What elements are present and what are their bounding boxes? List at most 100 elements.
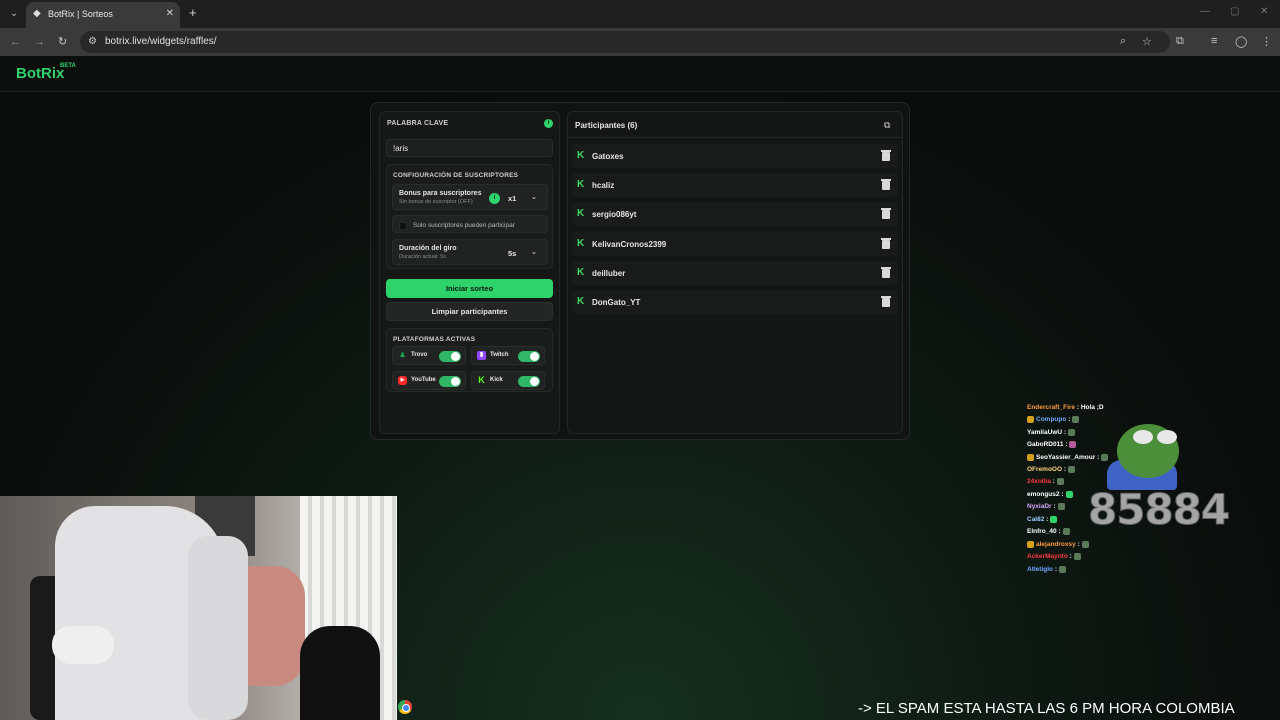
chat-msg: : (1097, 454, 1100, 462)
chevron-down-icon[interactable]: ⌄ (531, 248, 537, 256)
chat-msg: : (1054, 566, 1057, 574)
emote-icon (1068, 466, 1076, 473)
chat-msg: : (1077, 541, 1080, 549)
chat-user: AckerMaynto (1027, 553, 1068, 561)
chat-msg: : (1046, 516, 1049, 524)
profile-icon[interactable]: ◯ (1235, 35, 1247, 48)
chat-user: Cal82 (1027, 516, 1045, 524)
restore-icon[interactable]: ▢ (1230, 6, 1239, 17)
bonus-label: Bonus para suscriptores (399, 190, 482, 197)
chat-line: NyxiaDr : (1027, 503, 1065, 510)
chat-user: GaboRD011 (1027, 441, 1064, 449)
trash-icon[interactable] (881, 179, 891, 190)
keyword-input[interactable]: !aris (386, 139, 553, 157)
participant-row: K deilluber (572, 261, 898, 285)
media-control-icon[interactable]: ≡ (1211, 35, 1217, 47)
reload-icon[interactable]: ↻ (58, 35, 67, 49)
chevron-down-icon[interactable]: ⌄ (531, 193, 537, 201)
youtube-icon: ▶ (398, 376, 407, 385)
zoom-icon[interactable]: ⌕ (1120, 35, 1126, 48)
chat-user: alejandroxsy (1036, 541, 1076, 549)
participants-title: Participantes (6) (575, 121, 638, 130)
only-subs-label: Solo suscriptores pueden participar (413, 222, 515, 229)
trovo-toggle[interactable] (439, 351, 461, 362)
keyword-label: PALABRA CLAVE (387, 120, 449, 127)
chat-line: alejandroxsy : (1027, 541, 1089, 548)
webcam-microphone (300, 626, 380, 720)
start-raffle-button[interactable]: Iniciar sorteo (386, 279, 553, 298)
menu-icon[interactable]: ⋮ (1261, 35, 1272, 48)
only-subs-row[interactable]: Solo suscriptores pueden participar (392, 215, 548, 233)
twitch-toggle[interactable] (518, 351, 540, 362)
chat-line: Elnfro_40 : (1027, 528, 1070, 535)
emote-icon (1056, 478, 1064, 485)
keyword-info-icon[interactable]: i (544, 119, 553, 128)
browser-tab-bar: ⌄ ◆ BotRix | Sorteos ✕ + — ▢ ✕ (0, 0, 1280, 28)
bonus-sub: Sin bonus de suscriptor (OFF) (399, 199, 473, 205)
kick-toggle[interactable] (518, 376, 540, 387)
active-platforms: PLATAFORMAS ACTIVAS ♟ Trovo ▮ Twitch ▶ Y… (386, 328, 553, 392)
bonus-row: Bonus para suscriptores Sin bonus de sus… (392, 184, 548, 210)
duration-select[interactable]: 5s (508, 249, 516, 258)
extensions-icon[interactable]: ⧉ (1176, 35, 1184, 48)
url-text[interactable]: botrix.live/widgets/raffles/ (105, 36, 217, 47)
site-info-icon[interactable]: ⚙ (88, 36, 97, 47)
raffle-settings: PALABRA CLAVE i !aris CONFIGURACIÓN DE S… (379, 111, 560, 434)
minimize-icon[interactable]: — (1200, 6, 1210, 17)
bonus-info-icon[interactable]: i (489, 193, 500, 204)
new-tab-button[interactable]: + (189, 6, 197, 19)
trash-icon[interactable] (881, 238, 891, 249)
tab-close-icon[interactable]: ✕ (166, 8, 174, 19)
participant-name: deilluber (592, 269, 626, 278)
back-icon[interactable]: ← (10, 35, 21, 49)
participant-row: K KelivanCronos2399 (572, 232, 898, 256)
badge-icon (1027, 454, 1034, 461)
copy-icon[interactable]: ⧉ (884, 120, 894, 130)
participant-name: sergio086yt (592, 210, 637, 219)
tab-search-icon[interactable]: ⌄ (6, 6, 22, 22)
participants-panel: Participantes (6) ⧉ K Gatoxes K hcaliz K… (567, 111, 903, 434)
platform-youtube: ▶ YouTube (392, 371, 466, 390)
window-close-icon[interactable]: ✕ (1260, 6, 1268, 17)
trash-icon[interactable] (881, 208, 891, 219)
chat-msg: : (1065, 441, 1068, 449)
browser-tab[interactable]: ◆ BotRix | Sorteos ✕ (26, 2, 180, 28)
only-subs-checkbox[interactable] (399, 222, 407, 230)
participant-name: hcaliz (592, 181, 615, 190)
app-header: BotRix BETA (0, 56, 1280, 92)
clear-participants-button[interactable]: Limpiar participantes (386, 302, 553, 321)
badge-icon (1027, 416, 1034, 423)
kick-icon: K (577, 267, 585, 278)
bonus-select[interactable]: x1 (508, 194, 516, 203)
trash-icon[interactable] (881, 150, 891, 161)
participant-name: DonGato_YT (592, 298, 641, 307)
forward-icon[interactable]: → (34, 35, 45, 49)
kick-icon: K (478, 375, 485, 385)
trash-icon[interactable] (881, 296, 891, 307)
chrome-taskbar-icon[interactable] (398, 700, 412, 714)
botrix-logo[interactable]: BotRix (16, 65, 64, 82)
chat-user: OFremoOO (1027, 466, 1063, 474)
emote-icon (1069, 441, 1077, 448)
chat-line: Endercraft_Fire : Hola ;D (1027, 404, 1104, 411)
kick-icon: K (577, 208, 585, 219)
chat-msg: : (1061, 491, 1064, 499)
chat-user: NyxiaDr (1027, 503, 1052, 511)
bookmark-star-icon[interactable]: ☆ (1142, 35, 1152, 48)
address-bar[interactable]: ⚙ botrix.live/widgets/raffles/ ⌕ ☆ (80, 31, 1170, 53)
chat-msg: : Hola ;D (1076, 404, 1104, 411)
chat-user: Endercraft_Fire (1027, 404, 1076, 411)
chat-msg: : (1058, 528, 1061, 536)
trovo-icon: ♟ (399, 352, 406, 359)
chat-line: 24xn0ia : (1027, 478, 1064, 485)
youtube-toggle[interactable] (439, 376, 461, 387)
webcam-overlay (0, 496, 397, 720)
kick-icon: K (577, 238, 585, 249)
participants-header: Participantes (6) ⧉ (568, 112, 902, 138)
participant-name: Gatoxes (592, 152, 624, 161)
chat-line: AckerMaynto : (1027, 553, 1081, 560)
platform-twitch: ▮ Twitch (471, 346, 545, 365)
emote-icon (1057, 503, 1065, 510)
subscriber-config-title: CONFIGURACIÓN DE SUSCRIPTORES (393, 172, 519, 179)
trash-icon[interactable] (881, 267, 891, 278)
